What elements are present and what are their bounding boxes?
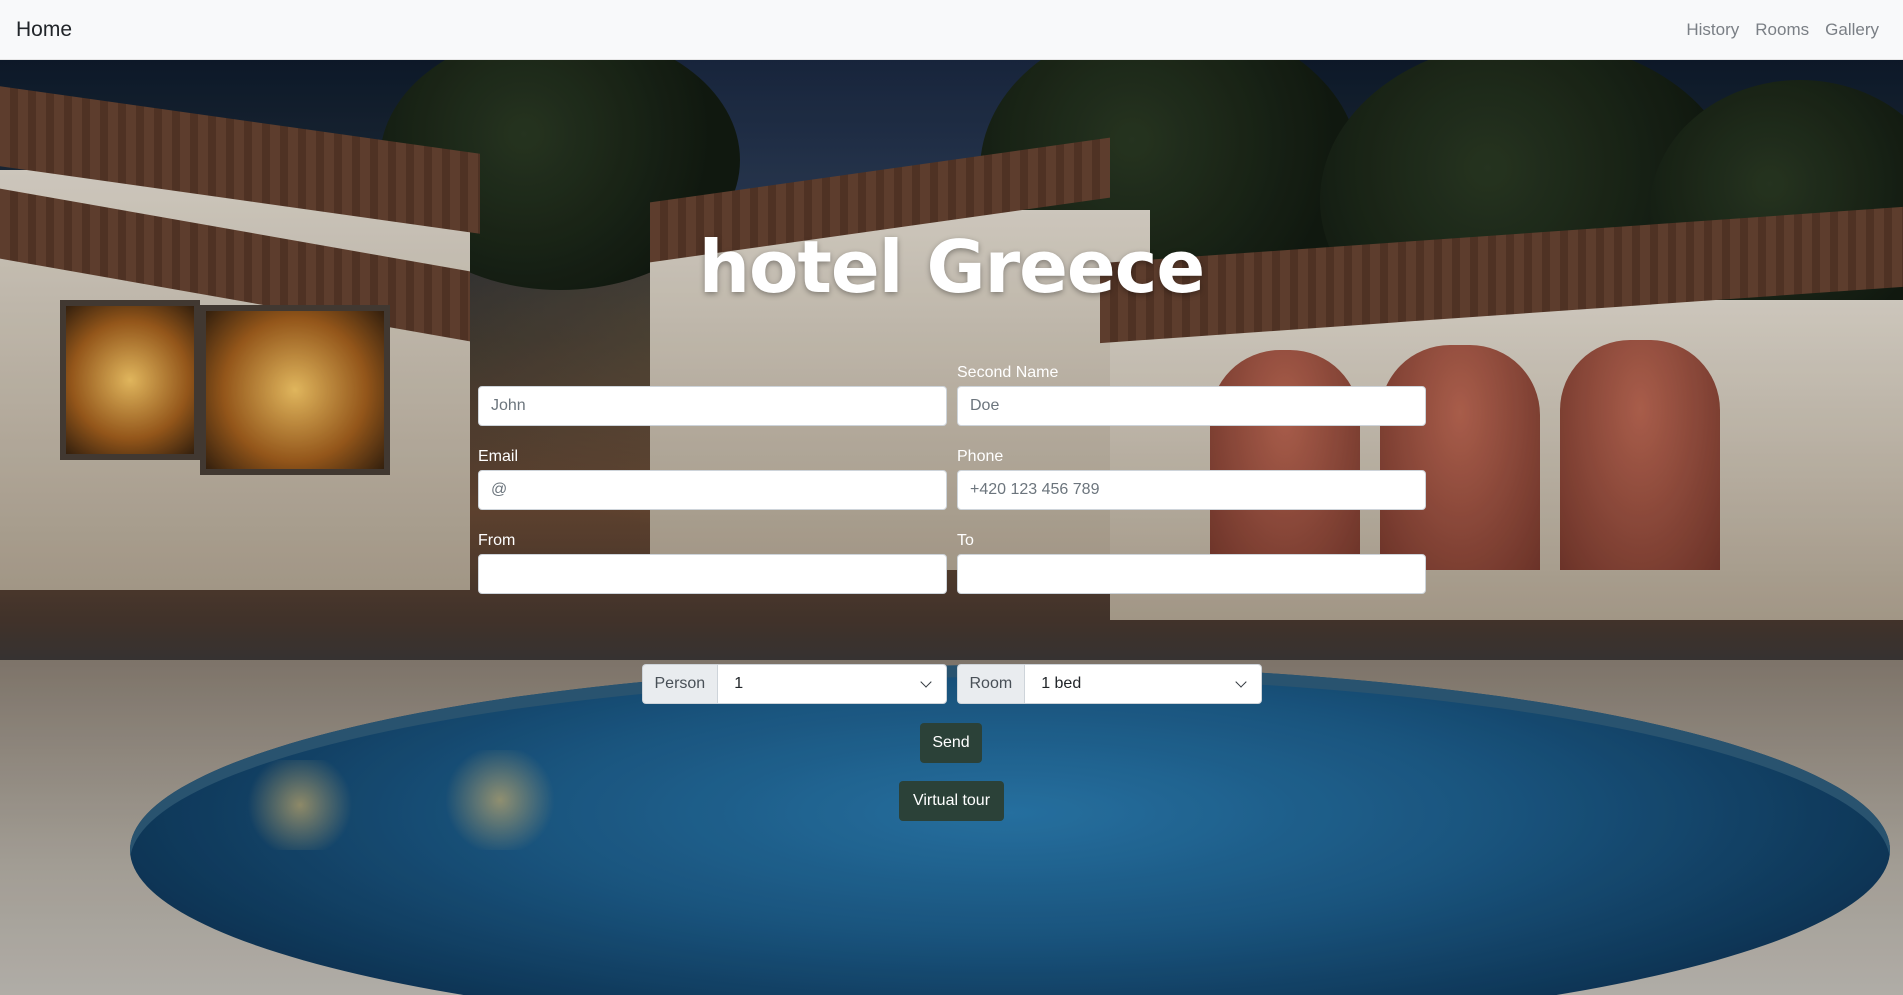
nav-link-rooms[interactable]: Rooms xyxy=(1747,20,1817,40)
home-link[interactable]: Home xyxy=(16,18,72,42)
second-name-group: Second Name xyxy=(957,360,1426,426)
booking-form: Second Name Email Phone From To xyxy=(478,360,1426,612)
first-name-label xyxy=(478,360,947,386)
navbar: Home History Rooms Gallery xyxy=(0,0,1903,60)
phone-input[interactable] xyxy=(957,470,1426,510)
to-label: To xyxy=(957,532,974,549)
form-row: Second Name xyxy=(478,360,1426,426)
room-select[interactable]: 1 bed xyxy=(1024,664,1262,704)
person-label: Person xyxy=(641,664,718,704)
phone-group: Phone xyxy=(957,444,1426,510)
first-name-input[interactable] xyxy=(478,386,947,426)
person-select[interactable]: 1 xyxy=(717,664,947,704)
person-selected-value: 1 xyxy=(734,675,744,692)
email-label: Email xyxy=(478,448,519,465)
form-row: From To xyxy=(478,528,1426,594)
send-button[interactable]: Send xyxy=(920,723,982,763)
email-input[interactable] xyxy=(478,470,947,510)
second-name-label: Second Name xyxy=(957,364,1059,381)
virtual-tour-button[interactable]: Virtual tour xyxy=(899,781,1004,821)
from-label: From xyxy=(478,532,516,549)
room-select-group: Room 1 bed xyxy=(956,664,1262,704)
from-date-input[interactable] xyxy=(478,554,947,594)
nav-link-history[interactable]: History xyxy=(1678,20,1747,40)
form-row: Email Phone xyxy=(478,444,1426,510)
nav-links: History Rooms Gallery xyxy=(1678,20,1887,40)
person-select-group: Person 1 xyxy=(641,664,947,704)
nav-link-gallery[interactable]: Gallery xyxy=(1817,20,1887,40)
phone-label: Phone xyxy=(957,448,1004,465)
second-name-input[interactable] xyxy=(957,386,1426,426)
first-name-group xyxy=(478,360,947,426)
chevron-down-icon xyxy=(1234,676,1247,688)
to-date-input[interactable] xyxy=(957,554,1426,594)
page-title: hotel Greece xyxy=(698,225,1206,309)
email-group: Email xyxy=(478,444,947,510)
room-selected-value: 1 bed xyxy=(1041,675,1082,692)
select-row: Person 1 Room 1 bed xyxy=(0,664,1903,704)
from-date-group: From xyxy=(478,528,947,594)
to-date-group: To xyxy=(957,528,1426,594)
chevron-down-icon xyxy=(919,676,932,688)
room-label: Room xyxy=(956,664,1025,704)
